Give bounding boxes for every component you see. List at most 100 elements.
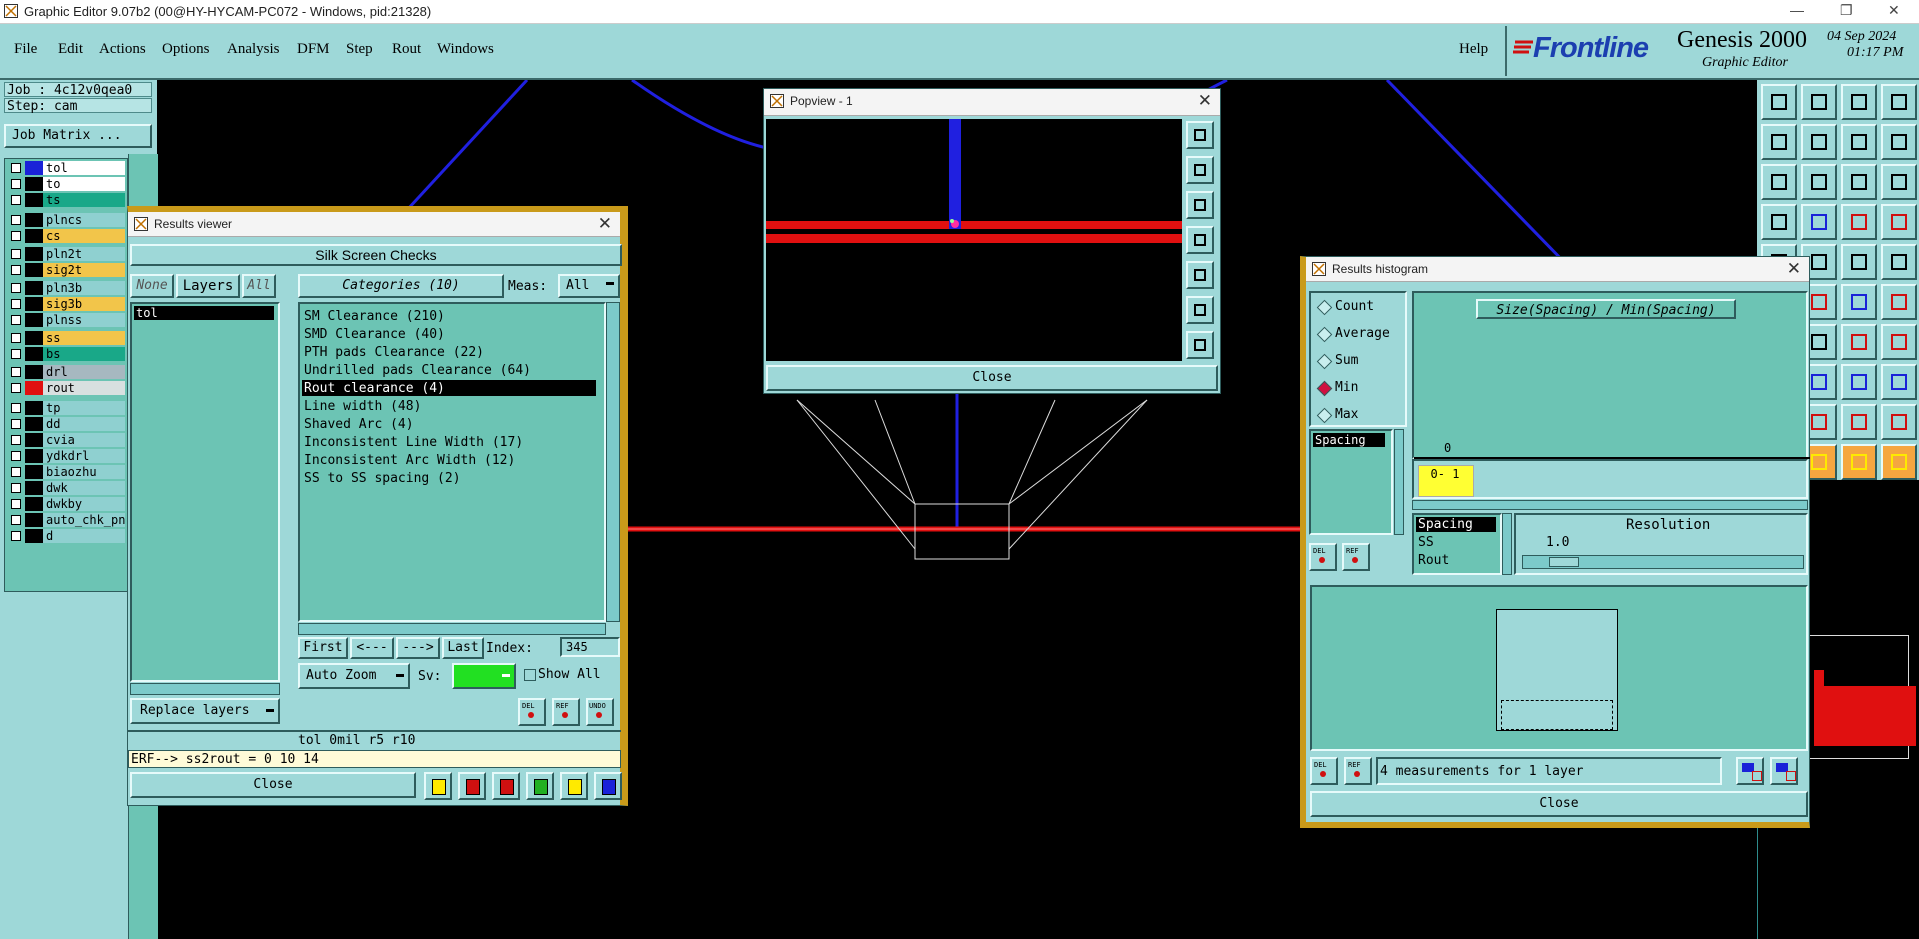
zoom-fit-icon[interactable] <box>1186 296 1214 324</box>
layer-row[interactable]: bs <box>7 347 125 361</box>
layer-row[interactable]: plncs <box>7 213 125 227</box>
toolbar-tool-icon[interactable] <box>1881 204 1917 240</box>
layer-color-swatch[interactable] <box>25 313 43 327</box>
layer-name[interactable]: cvia <box>43 433 125 447</box>
layer-name[interactable]: drl <box>43 365 125 379</box>
toolbar-tool-icon[interactable] <box>1881 164 1917 200</box>
auto-zoom-dropdown[interactable]: Auto Zoom <box>298 663 410 689</box>
layer-checkbox[interactable] <box>11 231 21 241</box>
layer-color-swatch[interactable] <box>25 401 43 415</box>
toolbar-tool-icon[interactable] <box>1841 124 1877 160</box>
layers-result-list[interactable]: tol <box>130 302 280 682</box>
layer-row[interactable]: dwkby <box>7 497 125 511</box>
layer-name[interactable]: tp <box>43 401 125 415</box>
layer-row[interactable]: ts <box>7 193 125 207</box>
layer-checkbox[interactable] <box>11 451 21 461</box>
toolbar-tool-icon[interactable] <box>1761 84 1797 120</box>
layer-checkbox[interactable] <box>11 249 21 259</box>
layer-row[interactable]: rout <box>7 381 125 395</box>
menu-rout[interactable]: Rout <box>392 41 421 58</box>
layer-name[interactable]: d <box>43 529 125 543</box>
toolbar-tool-icon[interactable] <box>1761 124 1797 160</box>
layer-row[interactable]: auto_chk_pn <box>7 513 125 527</box>
popview-close-button[interactable]: Close <box>766 365 1218 391</box>
resolution-item[interactable]: Spacing <box>1416 517 1496 532</box>
menu-analysis[interactable]: Analysis <box>227 41 280 58</box>
job-matrix-button[interactable]: Job Matrix ... <box>4 124 152 148</box>
layer-color-swatch[interactable] <box>25 297 43 311</box>
del-button[interactable]: DEL <box>518 698 546 726</box>
toolbar-tool-icon[interactable] <box>1801 124 1837 160</box>
layer-name[interactable]: dd <box>43 417 125 431</box>
close-window-button[interactable]: ✕ <box>1888 2 1900 19</box>
layer-checkbox[interactable] <box>11 367 21 377</box>
layer-row[interactable]: dwk <box>7 481 125 495</box>
layer-name[interactable]: sig2t <box>43 263 125 277</box>
vertical-scrollbar[interactable] <box>606 302 620 622</box>
layer-color-swatch[interactable] <box>25 213 43 227</box>
prev-button[interactable]: <--- <box>350 637 394 659</box>
resolution-type-list[interactable]: Spacing SS Rout <box>1412 513 1502 575</box>
toolbar-tool-icon[interactable] <box>1841 324 1877 360</box>
horizontal-scrollbar[interactable] <box>130 683 280 695</box>
graph-icon[interactable] <box>1770 757 1798 785</box>
del-button[interactable]: DEL <box>1309 543 1337 571</box>
report-icon[interactable] <box>560 772 588 800</box>
layer-name[interactable]: pln2t <box>43 247 125 261</box>
resolution-item[interactable]: SS <box>1416 535 1496 550</box>
layer-checkbox[interactable] <box>11 265 21 275</box>
layer-checkbox[interactable] <box>11 383 21 393</box>
category-item[interactable]: Shaved Arc (4) <box>302 416 596 432</box>
toolbar-tool-icon[interactable] <box>1841 404 1877 440</box>
layer-color-swatch[interactable] <box>25 247 43 261</box>
layer-row[interactable]: tol <box>7 161 125 175</box>
layer-color-swatch[interactable] <box>25 497 43 511</box>
layer-row[interactable]: ydkdrl <box>7 449 125 463</box>
toolbar-tool-icon[interactable] <box>1881 284 1917 320</box>
layers-button[interactable]: Layers <box>176 274 240 298</box>
layers-icon[interactable] <box>1186 121 1214 149</box>
layer-row[interactable]: biaozhu <box>7 465 125 479</box>
slider-thumb[interactable] <box>1549 557 1579 567</box>
layer-checkbox[interactable] <box>11 299 21 309</box>
toolbar-tool-icon[interactable] <box>1881 84 1917 120</box>
layer-row[interactable]: cvia <box>7 433 125 447</box>
categories-list[interactable]: SM Clearance (210) SMD Clearance (40) PTH … <box>298 302 606 622</box>
histogram-chart-title[interactable]: Size(Spacing) / Min(Spacing) <box>1476 299 1736 319</box>
meas-dropdown[interactable]: All <box>558 274 620 298</box>
layer-row[interactable]: drl <box>7 365 125 379</box>
aggregate-radio[interactable]: Min <box>1315 378 1405 398</box>
number-icon[interactable] <box>526 772 554 800</box>
layer-checkbox[interactable] <box>11 163 21 173</box>
minimize-button[interactable]: — <box>1790 2 1804 18</box>
layer-name[interactable]: bs <box>43 347 125 361</box>
layer-color-swatch[interactable] <box>25 513 43 527</box>
toolbar-tool-icon[interactable] <box>1881 444 1917 480</box>
layer-checkbox[interactable] <box>11 467 21 477</box>
toolbar-tool-icon[interactable] <box>1841 84 1877 120</box>
delete-icon[interactable] <box>458 772 486 800</box>
layer-checkbox[interactable] <box>11 333 21 343</box>
layer-name[interactable]: pln3b <box>43 281 125 295</box>
vertical-scrollbar[interactable] <box>1394 429 1404 535</box>
layer-name[interactable]: tol <box>43 161 125 175</box>
category-item[interactable]: SS to SS spacing (2) <box>302 470 596 486</box>
all-button[interactable]: All <box>242 274 276 298</box>
layer-checkbox[interactable] <box>11 349 21 359</box>
layer-color-swatch[interactable] <box>25 417 43 431</box>
close-icon[interactable]: ✕ <box>598 214 612 234</box>
layer-name[interactable]: rout <box>43 381 125 395</box>
toolbar-tool-icon[interactable] <box>1841 364 1877 400</box>
menu-edit[interactable]: Edit <box>58 41 83 58</box>
results-viewer-close-button[interactable]: Close <box>130 772 416 798</box>
toolbar-tool-icon[interactable] <box>1761 164 1797 200</box>
category-item[interactable]: Line width (48) <box>302 398 596 414</box>
layer-name[interactable]: sig3b <box>43 297 125 311</box>
layer-name[interactable]: ss <box>43 331 125 345</box>
category-item[interactable]: SM Clearance (210) <box>302 308 596 324</box>
layer-checkbox[interactable] <box>11 499 21 509</box>
aggregate-radio[interactable]: Max <box>1315 405 1405 425</box>
layer-checkbox[interactable] <box>11 403 21 413</box>
layer-name[interactable]: plncs <box>43 213 125 227</box>
ref-button[interactable]: REF <box>1344 757 1372 785</box>
